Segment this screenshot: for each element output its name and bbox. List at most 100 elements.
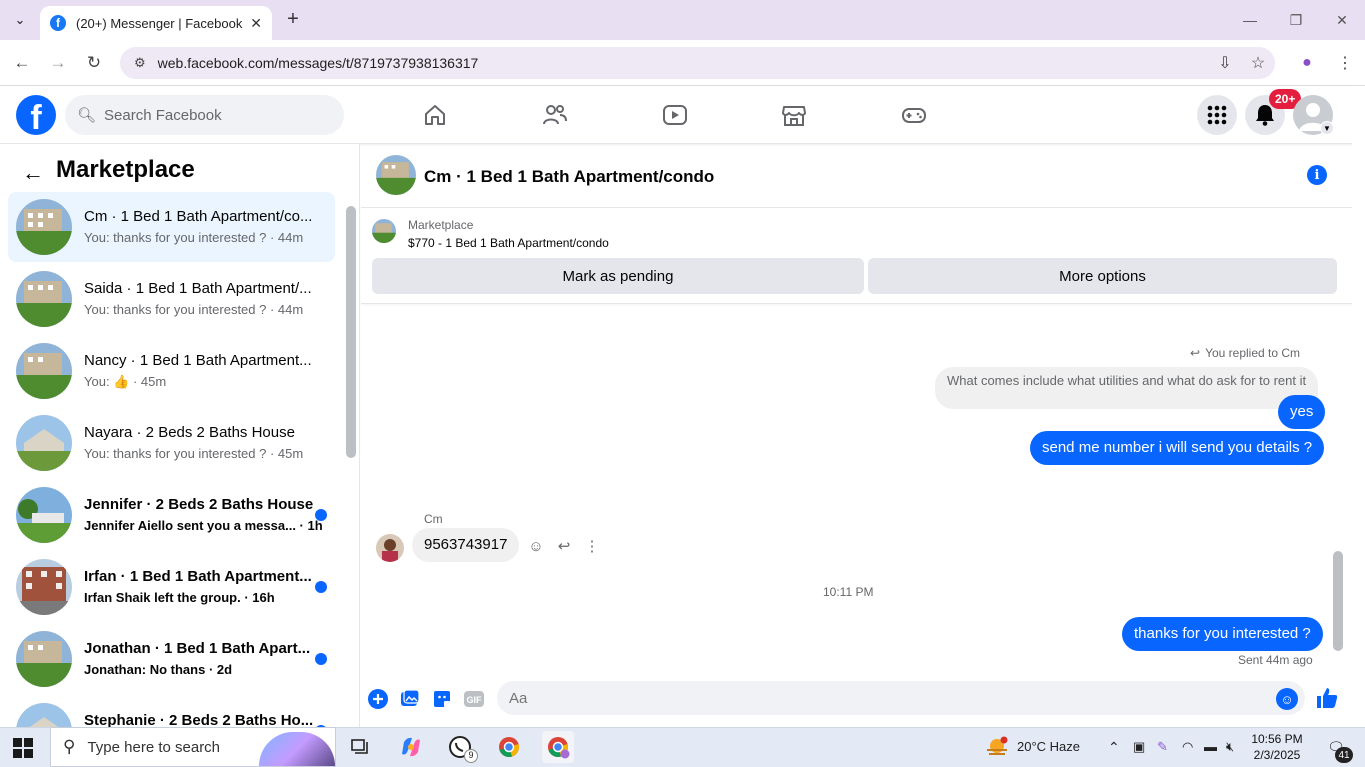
gaming-icon[interactable]	[894, 98, 934, 132]
listing-thumbnail-house	[16, 487, 72, 543]
listing-thumbnail[interactable]	[372, 219, 396, 243]
action-center-icon[interactable]: 🗨︎ 41	[1325, 737, 1353, 763]
copilot-icon[interactable]	[395, 731, 427, 763]
search-icon: 🔍︎	[77, 107, 97, 124]
page-scrollbar[interactable]	[1352, 86, 1365, 727]
minimize-icon[interactable]: —	[1227, 0, 1273, 40]
quoted-message[interactable]: What comes include what utilities and wh…	[935, 367, 1319, 409]
reply-hint: ↩ You replied to Cm	[1190, 346, 1300, 360]
reply-icon[interactable]: ↩	[555, 537, 573, 555]
sticker-icon[interactable]	[431, 688, 453, 710]
gif-icon[interactable]: GIF	[463, 688, 485, 710]
chrome-profile-icon[interactable]	[542, 731, 574, 763]
install-app-icon[interactable]: ⇩	[1213, 51, 1237, 75]
reload-icon[interactable]: ↻	[82, 51, 106, 75]
search-icon: ⚲	[63, 737, 76, 756]
close-tab-icon[interactable]: ✕	[250, 15, 262, 32]
battery-icon[interactable]: ▬	[1204, 739, 1217, 754]
account-chevron-down-icon[interactable]: ▼	[1320, 121, 1334, 135]
taskbar-search[interactable]: ⚲ Type here to search	[50, 727, 336, 767]
bookmark-star-icon[interactable]: ☆	[1246, 51, 1270, 75]
back-icon[interactable]: ←	[10, 51, 34, 75]
pen-icon[interactable]: ✎	[1157, 739, 1168, 755]
meet-now-icon[interactable]: ▣	[1133, 739, 1145, 755]
marketplace-icon[interactable]	[774, 98, 814, 132]
weather-haze-icon[interactable]	[985, 735, 1009, 759]
plus-icon[interactable]	[367, 688, 389, 710]
outgoing-message[interactable]: thanks for you interested ?	[1122, 617, 1323, 651]
listing-source-label: Marketplace	[408, 218, 474, 232]
conversation-item[interactable]: Cm · 1 Bed 1 Bath Apartment/co... You: t…	[8, 192, 335, 262]
conversation-name: Jonathan · 1 Bed 1 Bath Apart...	[84, 640, 311, 657]
clock-date: 2/3/2025	[1253, 748, 1301, 762]
unread-dot	[315, 653, 327, 665]
friends-icon[interactable]	[535, 98, 575, 132]
browser-tab[interactable]: f (20+) Messenger | Facebook ✕	[40, 6, 272, 40]
search-highlight-image	[259, 732, 335, 766]
message-input[interactable]	[497, 681, 1305, 715]
like-thumbs-up-icon[interactable]	[1315, 685, 1339, 711]
conversation-item[interactable]: Jonathan · 1 Bed 1 Bath Apart... Jonatha…	[8, 624, 335, 694]
conversation-preview: You: thanks for you interested ? · 44m	[84, 302, 304, 317]
listing-thumbnail-apartment	[16, 559, 72, 615]
sidebar-scroll-thumb[interactable]	[346, 206, 356, 458]
more-options-button[interactable]: More options	[868, 258, 1337, 294]
facebook-logo-icon[interactable]: f	[16, 95, 56, 137]
forward-icon[interactable]: →	[46, 51, 70, 75]
conversation-item[interactable]: Irfan · 1 Bed 1 Bath Apartment... Irfan …	[8, 552, 335, 622]
reply-arrow-icon: ↩	[1190, 346, 1201, 360]
conversation-item[interactable]: Jennifer · 2 Beds 2 Baths House Jennifer…	[8, 480, 335, 550]
network-icon[interactable]: ◠	[1182, 739, 1193, 755]
back-arrow-icon[interactable]: ←	[22, 160, 44, 186]
restore-icon[interactable]: ❐	[1273, 0, 1319, 40]
volume-muted-icon[interactable]: 🔇︎	[1226, 739, 1234, 755]
more-actions-icon[interactable]: ⋮	[583, 537, 601, 555]
conversation-name: Stephanie · 2 Beds 2 Baths Ho...	[84, 712, 314, 727]
tray-chevron-up-icon[interactable]: ⌃	[1108, 739, 1120, 756]
react-emoji-icon[interactable]: ☺	[527, 537, 545, 555]
chrome-icon[interactable]	[493, 731, 525, 763]
listing-thumbnail-house	[16, 703, 72, 727]
chat-title[interactable]: Cm · 1 Bed 1 Bath Apartment/condo	[424, 167, 714, 187]
chat-scroll-thumb[interactable]	[1333, 551, 1343, 651]
site-info-icon[interactable]: ⚙	[134, 55, 146, 71]
close-window-icon[interactable]: ✕	[1319, 0, 1365, 40]
address-bar[interactable]: ⚙ web.facebook.com/messages/t/8719737938…	[120, 47, 1275, 79]
listing-price[interactable]: $770 - 1 Bed 1 Bath Apartment/condo	[408, 236, 609, 250]
conversation-item[interactable]: Stephanie · 2 Beds 2 Baths Ho...	[8, 696, 335, 727]
facebook-search[interactable]: 🔍︎ Search Facebook	[65, 95, 344, 135]
outgoing-message[interactable]: yes	[1278, 395, 1326, 429]
photo-icon[interactable]	[399, 688, 421, 710]
task-view-icon[interactable]	[344, 731, 376, 763]
sender-avatar[interactable]	[376, 534, 404, 562]
tab-search-button[interactable]: ⌄	[8, 8, 32, 32]
new-tab-button[interactable]: +	[282, 8, 304, 30]
emoji-icon[interactable]: ☺	[1276, 688, 1298, 710]
mark-as-pending-button[interactable]: Mark as pending	[372, 258, 864, 294]
info-icon[interactable]: i	[1307, 165, 1327, 185]
profile-icon[interactable]: ●	[1295, 51, 1319, 75]
conversation-item[interactable]: Nayara · 2 Beds 2 Baths House You: thank…	[8, 408, 335, 478]
listing-thumbnail-apartment	[16, 271, 72, 327]
whatsapp-badge: 9	[464, 749, 478, 763]
home-icon[interactable]	[415, 98, 455, 132]
weather-text[interactable]: 20°C Haze	[1017, 739, 1080, 754]
incoming-message[interactable]: 9563743917	[412, 528, 520, 562]
sent-status: Sent 44m ago	[1238, 653, 1313, 667]
conversation-preview: Irfan Shaik left the group. · 16h	[84, 590, 275, 605]
conversation-item[interactable]: Saida · 1 Bed 1 Bath Apartment/... You: …	[8, 264, 335, 334]
message-timestamp: 10:11 PM	[823, 585, 874, 599]
chat-avatar[interactable]	[376, 155, 416, 195]
conversation-item[interactable]: Nancy · 1 Bed 1 Bath Apartment... You: 👍…	[8, 336, 335, 406]
whatsapp-icon[interactable]: 9	[444, 731, 478, 763]
listing-thumbnail-house	[16, 415, 72, 471]
menu-grid-icon[interactable]	[1197, 95, 1237, 135]
sidebar-title: Marketplace	[56, 156, 195, 183]
browser-menu-icon[interactable]: ⋮	[1333, 51, 1357, 75]
video-icon[interactable]	[655, 98, 695, 132]
conversation-name: Saida · 1 Bed 1 Bath Apartment/...	[84, 280, 312, 297]
outgoing-message[interactable]: send me number i will send you details ?	[1030, 431, 1325, 465]
windows-start-icon[interactable]	[12, 737, 34, 759]
taskbar-clock[interactable]: 10:56 PM 2/3/2025	[1248, 731, 1306, 763]
conversation-preview: You: 👍 · 45m	[84, 374, 167, 389]
